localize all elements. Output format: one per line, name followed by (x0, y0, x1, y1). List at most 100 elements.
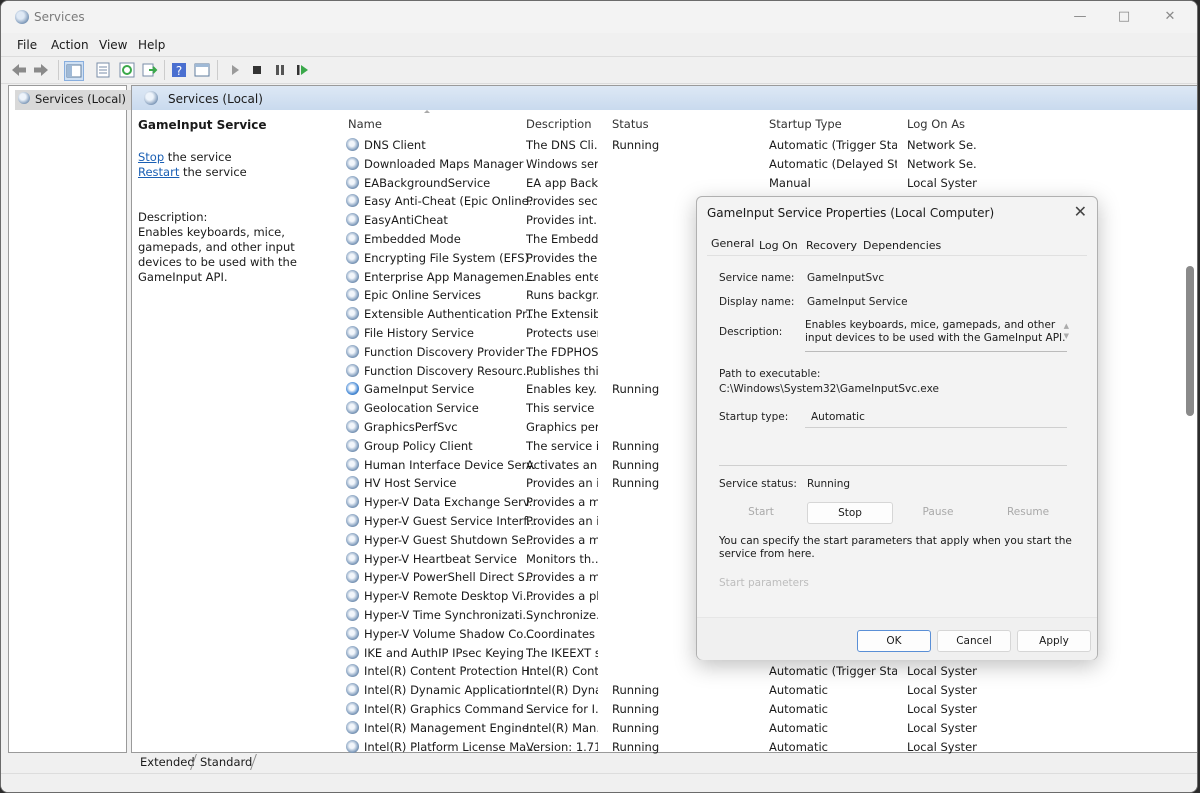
service-status-cell: Running (612, 683, 660, 698)
service-gear-icon (346, 307, 359, 321)
start-service-icon[interactable] (226, 61, 244, 79)
start-parameters-field[interactable]: Start parameters (719, 577, 809, 589)
menu-help[interactable]: Help (138, 38, 165, 52)
extended-description-panel: GameInput Service Stop the service Resta… (138, 118, 333, 284)
column-header-log-on-as[interactable]: Log On As (907, 117, 965, 131)
restart-service-line: Restart the service (138, 165, 247, 179)
service-gear-icon (346, 702, 359, 715)
resume-button[interactable]: Resume (986, 502, 1070, 522)
column-header-status[interactable]: Status (612, 117, 649, 131)
column-header-description[interactable]: Description (526, 117, 592, 131)
service-startup-cell: Manual (769, 175, 811, 190)
show-action-pane-icon[interactable] (193, 61, 211, 79)
service-row[interactable]: Intel(R) Management Engine... Intel(R) Ma… (332, 719, 1197, 737)
service-name-cell: Hyper-V PowerShell Direct S... (364, 570, 536, 585)
service-name-cell: GraphicsPerfSvc (364, 420, 458, 434)
menu-action[interactable]: Action (51, 38, 89, 52)
service-name-cell: Geolocation Service (364, 401, 479, 416)
display-name-field[interactable]: GameInput Service (807, 296, 908, 308)
stop-link[interactable]: Stop (138, 150, 164, 164)
service-row[interactable]: EABackgroundService EA app Back... Manual L… (332, 174, 1197, 192)
start-button[interactable]: Start (719, 502, 803, 522)
title-bar: Services — □ ✕ (1, 1, 1197, 33)
service-description-cell: Provides a m... (526, 495, 598, 510)
start-parameters-help: You can specify the start parameters tha… (719, 535, 1072, 560)
show-hide-console-tree-icon[interactable] (64, 61, 84, 81)
service-description-cell: The Embedd... (526, 232, 598, 246)
service-row[interactable]: Intel(R) Graphics Command ... Service for… (332, 700, 1197, 718)
apply-button[interactable]: Apply (1017, 630, 1091, 652)
service-status-cell: Running (612, 138, 660, 152)
stop-button[interactable]: Stop (807, 502, 893, 524)
service-name-cell: Intel(R) Dynamic Application... (364, 683, 536, 698)
service-row[interactable]: DNS Client The DNS Cli... Running Automatic… (332, 136, 1197, 154)
properties-sheet-icon[interactable] (94, 61, 112, 79)
service-description-cell: Intel(R) Dyna... (526, 683, 598, 698)
close-button[interactable]: ✕ (1155, 7, 1185, 27)
service-row[interactable]: Intel(R) Content Protection H... Intel(R)… (332, 662, 1197, 680)
refresh-icon[interactable] (118, 61, 136, 79)
back-arrow-icon[interactable] (10, 61, 28, 79)
dialog-close-icon[interactable]: ✕ (1074, 202, 1087, 221)
services-window: Services — □ ✕ File Action View Help ? S… (0, 0, 1198, 793)
service-gear-icon (346, 326, 359, 339)
tab-standard[interactable]: Standard (200, 755, 252, 769)
service-row[interactable]: Downloaded Maps ManagerWindows ser... Aut… (332, 155, 1197, 173)
ok-button[interactable]: OK (857, 630, 931, 652)
toolbar: ? (1, 56, 1197, 84)
service-name-cell: Intel(R) Platform License Ma... (364, 739, 536, 754)
service-gear-icon (346, 683, 359, 697)
tab-log-on[interactable]: Log On (759, 239, 798, 252)
service-description-cell: The IKEEXT s... (526, 645, 598, 660)
service-gear-icon (346, 175, 359, 189)
service-description-cell: Intel(R) Cont... (526, 664, 598, 679)
export-list-icon[interactable] (141, 61, 159, 79)
restart-link[interactable]: Restart (138, 165, 179, 179)
chevron-down-icon: ⌄ (811, 410, 819, 420)
service-row[interactable]: Intel(R) Platform License Ma... Version: … (332, 738, 1197, 756)
service-description-cell: Runs backgr... (526, 288, 598, 303)
services-gear-icon (18, 92, 30, 104)
service-gear-icon (346, 438, 359, 452)
service-gear-icon (346, 720, 359, 734)
service-gear-icon (346, 232, 359, 245)
description-scroll-icon[interactable]: ▲ ▼ (1064, 321, 1069, 341)
startup-type-select[interactable]: Automatic ⌄ (805, 407, 1067, 428)
service-description-cell: Provides an i... (526, 476, 598, 491)
service-gear-icon (346, 514, 359, 527)
service-name-cell: Epic Online Services (364, 288, 481, 303)
path-value: C:\Windows\System32\GameInputSvc.exe (719, 383, 939, 395)
service-description-cell: Enables ente... (526, 269, 598, 284)
service-description-cell: The service i... (526, 438, 598, 453)
description-field[interactable]: Enables keyboards, mice, gamepads, and o… (805, 319, 1069, 352)
service-description-cell: Graphics per... (526, 420, 598, 434)
minimize-button[interactable]: — (1065, 7, 1095, 27)
menu-file[interactable]: File (17, 38, 37, 52)
tab-recovery[interactable]: Recovery (806, 239, 857, 252)
forward-arrow-icon[interactable] (32, 61, 50, 79)
selected-service-name: GameInput Service (138, 118, 267, 132)
tab-general[interactable]: General (711, 237, 754, 250)
service-startup-cell: Automatic (769, 702, 828, 716)
services-app-icon (15, 10, 29, 24)
help-icon[interactable]: ? (170, 61, 188, 79)
column-header-name[interactable]: Name (348, 117, 382, 131)
service-description-cell: The Extensib... (526, 307, 598, 322)
service-row[interactable]: Intel(R) Dynamic Application... Intel(R) … (332, 681, 1197, 699)
service-name-cell: Extensible Authentication Pr... (364, 307, 536, 322)
service-gear-icon (346, 420, 359, 433)
restart-service-icon[interactable] (293, 61, 311, 79)
stop-service-icon[interactable] (248, 61, 266, 79)
startup-type-label: Startup type: (719, 411, 789, 423)
service-name-cell: DNS Client (364, 138, 426, 152)
pause-service-icon[interactable] (271, 61, 289, 79)
tab-extended[interactable]: Extended (140, 755, 195, 769)
vertical-scrollbar[interactable] (1186, 266, 1194, 416)
maximize-button[interactable]: □ (1109, 7, 1139, 27)
service-status-cell: Running (612, 739, 660, 754)
pause-button[interactable]: Pause (896, 502, 980, 522)
menu-view[interactable]: View (99, 38, 127, 52)
cancel-button[interactable]: Cancel (937, 630, 1011, 652)
column-header-startup-type[interactable]: Startup Type (769, 117, 842, 131)
tab-dependencies[interactable]: Dependencies (863, 239, 941, 252)
